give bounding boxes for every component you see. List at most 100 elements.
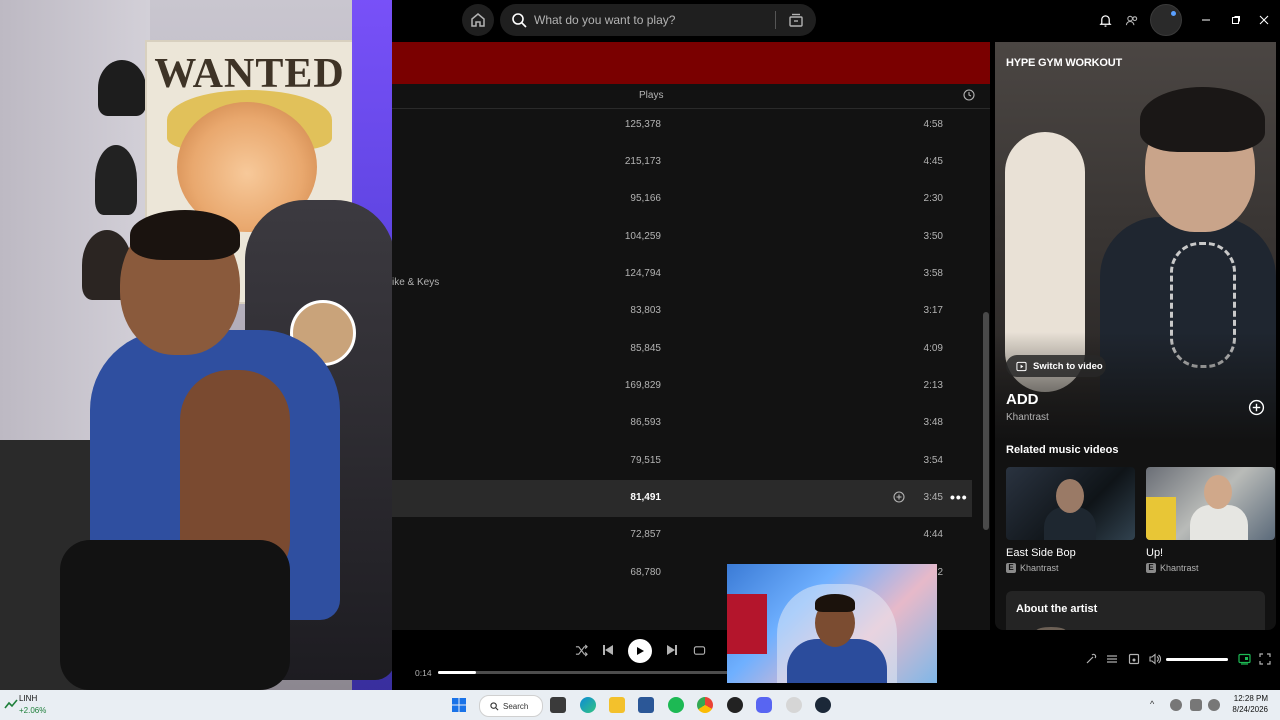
volume-icon[interactable] [1148,652,1162,666]
elapsed-time: 0:14 [415,668,432,678]
obs-icon[interactable] [727,697,743,713]
more-icon[interactable]: ••• [950,489,968,505]
settings-gear-icon[interactable] [786,697,802,713]
system-clock[interactable]: 12:28 PM 8/24/2026 [1222,693,1268,715]
progress-bar[interactable] [438,671,728,674]
chevron-up-icon[interactable]: ^ [1150,699,1154,709]
search-input[interactable]: What do you want to play? [534,13,775,27]
track-row[interactable]: 215,173 4:45 [392,144,972,181]
track-duration: 3:17 [923,305,943,316]
bell-icon[interactable] [1096,10,1114,30]
stock-widget[interactable]: LINH +2.06% [19,694,46,715]
microphone-icon[interactable] [1170,699,1182,711]
track-row-selected[interactable]: 81,491 3:45 ••• [392,480,972,517]
now-playing-artwork [995,42,1276,442]
taskbar-search[interactable]: Search [479,695,543,717]
related-video-artist[interactable]: E Khantrast [1146,563,1199,573]
track-row[interactable]: 72,857 4:44 [392,517,972,554]
shuffle-icon[interactable] [574,643,588,657]
avatar[interactable] [1150,4,1182,36]
browse-icon[interactable] [782,12,810,28]
track-row[interactable]: 125,378 4:58 [392,107,972,144]
related-video-artist[interactable]: E Khantrast [1006,563,1059,573]
related-video-thumbnail[interactable] [1146,467,1275,540]
lyrics-icon[interactable] [1084,652,1098,666]
track-plays: 83,803 [630,305,661,316]
track-artist[interactable]: ike & Keys [392,277,439,288]
track-duration: 4:58 [923,119,943,130]
volume-slider[interactable] [1166,658,1228,661]
pip-webcam [727,564,937,683]
track-plays: 215,173 [624,156,661,167]
volume-fill [1166,658,1228,661]
track-plays: 125,378 [624,119,661,130]
task-view-icon[interactable] [550,697,566,713]
pip-monitor [727,594,767,654]
now-playing-title[interactable]: ADD [1006,391,1039,408]
search-icon [490,701,499,711]
fullscreen-icon[interactable] [1258,652,1272,666]
chrome-icon[interactable] [697,697,713,713]
track-row[interactable]: 104,259 3:50 [392,219,972,256]
close-icon[interactable] [1257,10,1271,30]
home-icon [471,13,485,27]
home-button[interactable] [462,4,494,36]
friends-icon[interactable] [1123,10,1141,30]
related-video-title[interactable]: East Side Bop [1006,547,1076,559]
queue-icon[interactable] [1105,652,1119,666]
artwork-hair [1140,87,1265,152]
webcam-overlay: WANTED [0,0,392,690]
file-explorer-icon[interactable] [609,697,625,713]
track-plays: 85,845 [630,343,661,354]
minimize-icon[interactable] [1199,10,1213,30]
artwork-fade [995,332,1276,442]
stock-name: LINH [19,694,38,703]
track-duration: 4:44 [923,529,943,540]
repeat-icon[interactable] [692,643,706,657]
track-row[interactable]: 86,593 3:48 [392,405,972,442]
about-artist-card[interactable]: About the artist [1006,591,1265,635]
taskbar-search-label: Search [503,701,529,711]
windows-start-icon[interactable] [451,697,467,718]
track-row[interactable]: 79,515 3:54 [392,443,972,480]
track-row[interactable]: 83,803 3:17 [392,293,972,330]
related-video-title[interactable]: Up! [1146,547,1163,559]
related-video-thumbnail[interactable] [1006,467,1135,540]
playlist-title[interactable]: HYPE GYM WORKOUT [1006,57,1122,69]
scrollbar[interactable] [983,312,989,530]
progress-fill [438,671,476,674]
track-row[interactable]: 95,166 2:30 [392,181,972,218]
steam-icon[interactable] [815,697,831,713]
plays-column-header: Plays [639,90,664,101]
volume-tray-icon[interactable] [1208,699,1220,711]
search-bar[interactable]: What do you want to play? [500,4,816,36]
track-duration: 2:30 [923,193,943,204]
track-duration: 4:45 [923,156,943,167]
track-row[interactable]: 169,829 2:13 [392,368,972,405]
maximize-icon[interactable] [1229,10,1243,30]
edge-icon[interactable] [580,697,596,713]
spotify-icon[interactable] [668,697,684,713]
switch-to-video-button[interactable]: Switch to video [1006,355,1106,377]
previous-icon[interactable] [601,643,615,657]
now-playing-view-icon[interactable] [1237,652,1251,666]
play-button[interactable] [628,639,652,663]
store-icon[interactable] [638,697,654,713]
add-circle-icon[interactable] [893,491,905,506]
track-row[interactable]: ike & Keys 124,794 3:58 [392,256,972,293]
track-duration: 2 [937,567,943,578]
cap-decor [98,60,146,116]
discord-icon[interactable] [756,697,772,713]
header-banner [392,42,990,84]
track-row[interactable]: 85,845 4:09 [392,331,972,368]
track-duration: 4:09 [923,343,943,354]
track-plays: 68,780 [630,567,661,578]
add-circle-icon[interactable] [1248,399,1265,421]
stock-chart-icon[interactable] [4,697,18,715]
next-icon[interactable] [665,643,679,657]
display-icon[interactable] [1190,699,1202,711]
person-hair [130,210,240,260]
connect-device-icon[interactable] [1127,652,1141,666]
track-duration: 3:45 [923,492,943,503]
now-playing-artist[interactable]: Khantrast [1006,412,1049,423]
